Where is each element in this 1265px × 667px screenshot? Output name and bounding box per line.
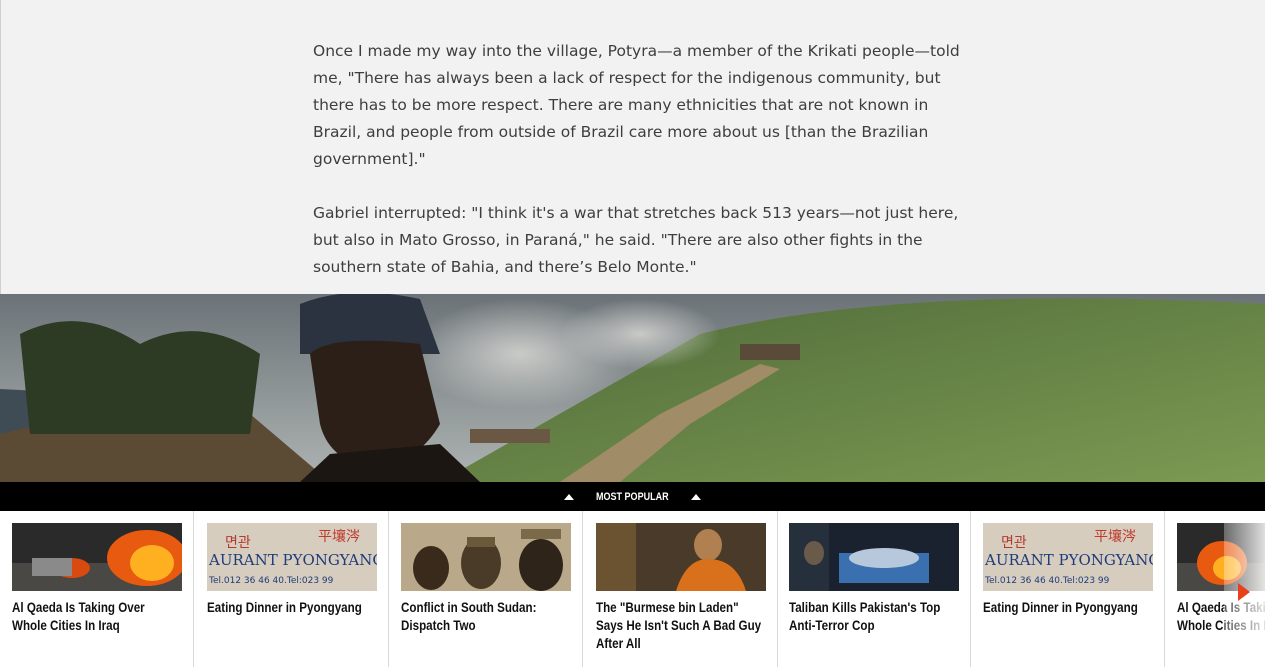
list-item[interactable]: The "Burmese bin Laden" Says He Isn't Su… xyxy=(584,511,778,667)
article-link[interactable]: Eating Dinner in Pyongyang xyxy=(983,599,1153,617)
article-link[interactable]: Taliban Kills Pakistan's Top Anti-Terror… xyxy=(789,599,959,635)
list-item[interactable]: Taliban Kills Pakistan's Top Anti-Terror… xyxy=(777,511,971,667)
sign-latin: AURANT PYONGYANG xyxy=(208,551,377,569)
sign-hanzi: 平壤涔 xyxy=(1094,528,1136,545)
article-body: Once I made my way into the village, Pot… xyxy=(0,0,1265,294)
article-column: Once I made my way into the village, Pot… xyxy=(313,38,973,308)
sign-hanzi: 平壤涔 xyxy=(318,528,360,545)
article-paragraph: Once I made my way into the village, Pot… xyxy=(313,42,960,168)
thumbnail-fire[interactable] xyxy=(12,523,182,591)
sign-latin: AURANT PYONGYANG xyxy=(984,551,1153,569)
thumbnail-soldiers[interactable] xyxy=(401,523,571,591)
list-item[interactable]: 平壤涔 면관 AURANT PYONGYANG Tel.012 36 46 40… xyxy=(195,511,389,667)
thumbnail-sign[interactable]: 平壤涔 면관 AURANT PYONGYANG Tel.012 36 46 40… xyxy=(207,523,377,591)
article-paragraph: Gabriel interrupted: "I think it's a war… xyxy=(313,204,959,276)
hero-image xyxy=(0,294,1265,482)
sign-phone: Tel.012 36 46 40.Tel:023 99 xyxy=(208,576,334,586)
most-popular-carousel: Al Qaeda Is Taking Over Whole Cities In … xyxy=(0,511,1265,667)
most-popular-label: MOST POPULAR xyxy=(596,490,669,503)
thumbnail-hospital[interactable] xyxy=(789,523,959,591)
triangle-up-icon xyxy=(690,493,701,500)
sign-phone: Tel.012 36 46 40.Tel:023 99 xyxy=(984,576,1110,586)
triangle-up-icon xyxy=(564,493,575,500)
article-link[interactable]: Conflict in South Sudan: Dispatch Two xyxy=(401,599,571,635)
list-item[interactable]: 平壤涔 면관 AURANT PYONGYANG Tel.012 36 46 40… xyxy=(971,511,1165,667)
article-link[interactable]: The "Burmese bin Laden" Says He Isn't Su… xyxy=(596,599,766,653)
list-item[interactable]: Al Qaeda Is Taking Over Whole Cities In … xyxy=(0,511,194,667)
thumbnail-monk[interactable] xyxy=(596,523,766,591)
sign-hangul: 면관 xyxy=(225,535,251,551)
article-link[interactable]: Al Qaeda Is Taking Over Whole Cities In … xyxy=(12,599,182,635)
article-link[interactable]: Eating Dinner in Pyongyang xyxy=(207,599,377,617)
thumbnail-sign[interactable]: 平壤涔 면관 AURANT PYONGYANG Tel.012 36 46 40… xyxy=(983,523,1153,591)
sign-hangul: 면관 xyxy=(1001,535,1027,551)
arrow-right-icon[interactable] xyxy=(1238,583,1250,601)
most-popular-bar[interactable]: MOST POPULAR xyxy=(0,482,1265,511)
list-item[interactable]: Conflict in South Sudan: Dispatch Two xyxy=(389,511,583,667)
